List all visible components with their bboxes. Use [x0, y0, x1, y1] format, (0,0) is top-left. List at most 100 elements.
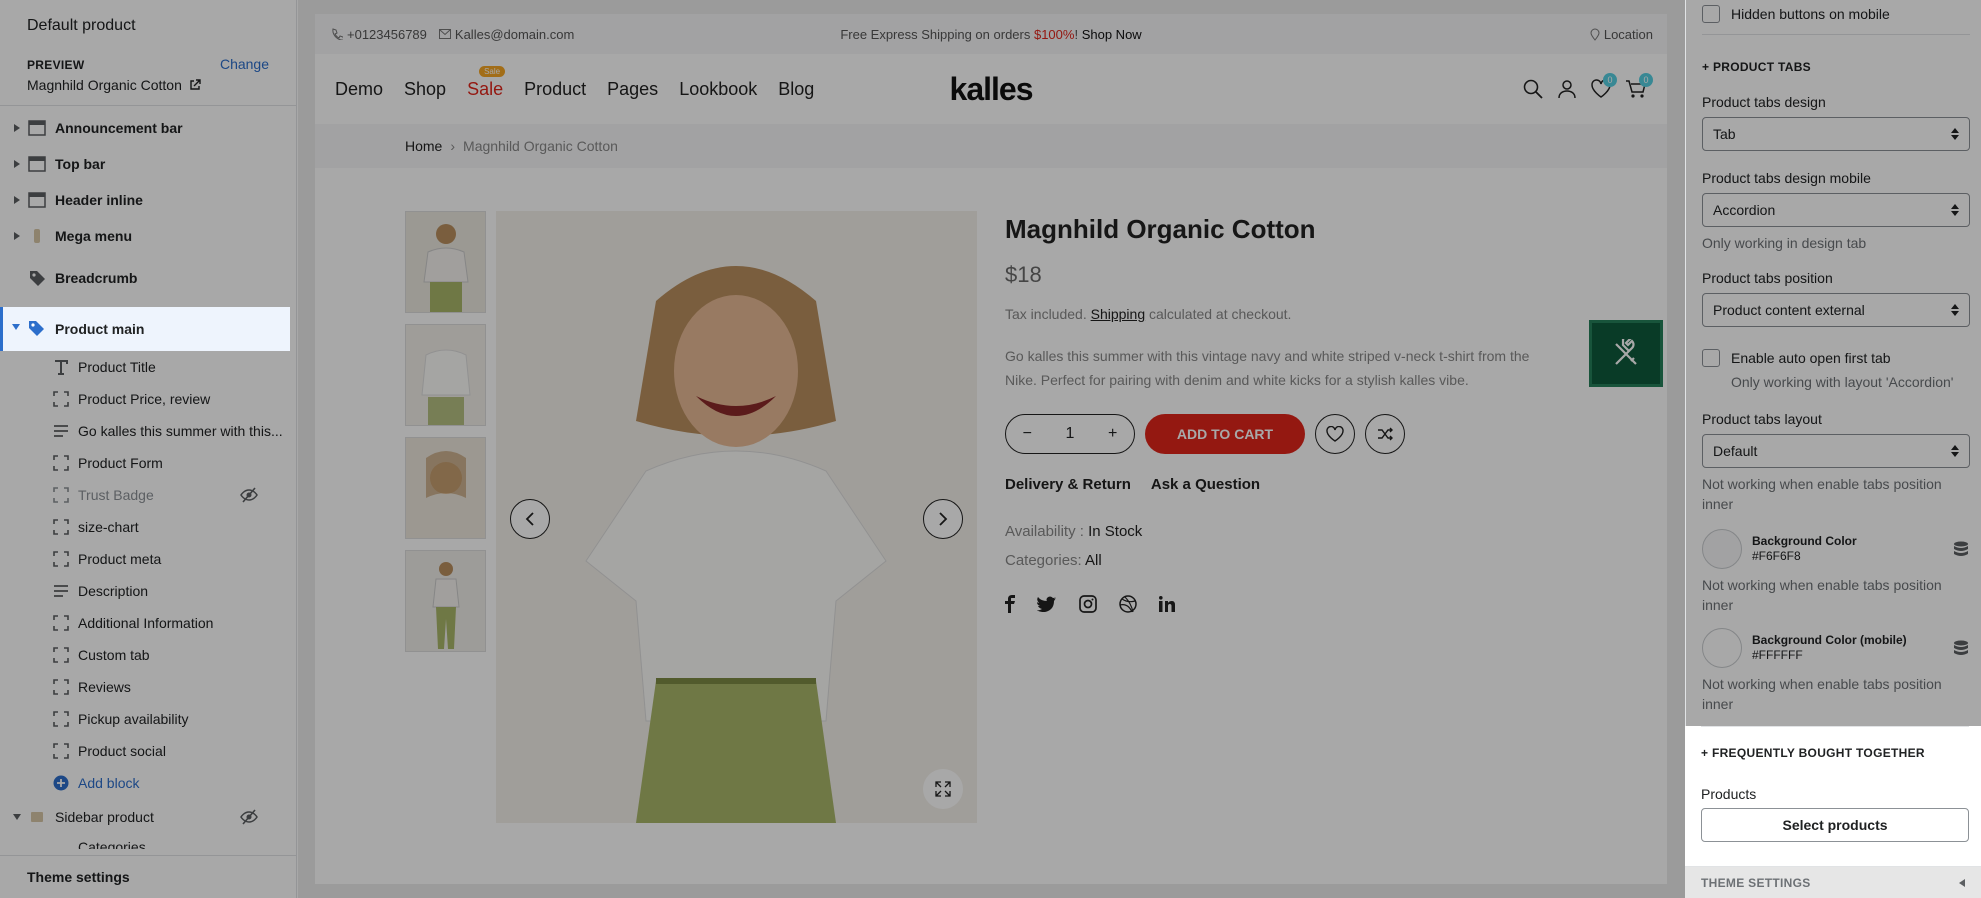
- quantity-stepper[interactable]: − 1 +: [1005, 414, 1135, 454]
- eye-hidden-icon[interactable]: [240, 808, 258, 826]
- cart-icon[interactable]: 0: [1625, 73, 1653, 99]
- template-title: Default product: [27, 17, 136, 34]
- thumbnail-image[interactable]: [405, 550, 486, 652]
- block-reviews[interactable]: Reviews: [0, 671, 296, 703]
- block-label: Pickup availability: [78, 711, 189, 727]
- caret-right-icon[interactable]: [12, 123, 22, 133]
- block-label: Product meta: [78, 551, 162, 567]
- wishlist-button[interactable]: [1315, 414, 1355, 454]
- block-product-form[interactable]: Product Form: [0, 447, 296, 479]
- section-label: Sidebar product: [55, 809, 154, 825]
- paragraph-icon: [51, 421, 71, 441]
- minus-icon[interactable]: −: [1012, 425, 1042, 443]
- instagram-icon[interactable]: [1079, 595, 1097, 613]
- email-contact[interactable]: Kalles@domain.com: [438, 27, 574, 42]
- plus-icon[interactable]: +: [1098, 425, 1128, 443]
- twitter-icon[interactable]: [1037, 596, 1057, 612]
- phone-text: +0123456789: [347, 26, 427, 42]
- section-header-inline[interactable]: Header inline: [0, 182, 296, 218]
- thumbnail-image[interactable]: [405, 211, 486, 313]
- block-label: size-chart: [78, 519, 139, 535]
- caret-right-icon[interactable]: [12, 231, 22, 241]
- section-announcement-bar[interactable]: Announcement bar: [0, 110, 296, 146]
- nav-blog[interactable]: Blog: [778, 79, 814, 100]
- delivery-return-link[interactable]: Delivery & Return: [1005, 476, 1131, 493]
- block-categories[interactable]: Categories: [0, 835, 296, 849]
- caret-right-icon[interactable]: [12, 159, 22, 169]
- block-product-meta[interactable]: Product meta: [0, 543, 296, 575]
- theme-settings-link[interactable]: Theme settings: [0, 855, 296, 898]
- search-icon[interactable]: [1523, 79, 1543, 99]
- facebook-icon[interactable]: [1005, 595, 1015, 613]
- block-label: Description: [78, 583, 149, 599]
- wishlist-icon[interactable]: 0: [1591, 73, 1617, 99]
- tools-widget[interactable]: [1589, 320, 1663, 387]
- phone-icon: [331, 28, 343, 40]
- ask-question-link[interactable]: Ask a Question: [1151, 476, 1260, 493]
- block-trust-badge[interactable]: Trust Badge: [0, 479, 296, 511]
- nav-demo[interactable]: Demo: [335, 79, 383, 100]
- phone-contact[interactable]: +0123456789: [331, 27, 427, 42]
- quantity-value[interactable]: 1: [1055, 425, 1085, 443]
- promo-prefix: Free Express Shipping on orders: [840, 26, 1034, 42]
- shipping-link[interactable]: Shipping: [1091, 306, 1146, 322]
- text-icon: [51, 357, 71, 377]
- location-link[interactable]: Location: [1590, 27, 1653, 42]
- breadcrumb-home[interactable]: Home: [405, 138, 442, 154]
- wrench-icon[interactable]: [1611, 338, 1641, 369]
- store-logo[interactable]: kalles: [315, 71, 1667, 108]
- block-additional-information[interactable]: Additional Information: [0, 607, 296, 639]
- next-image-button[interactable]: [923, 499, 963, 539]
- section-label: Product main: [55, 321, 145, 337]
- thumbnail-image[interactable]: [405, 437, 486, 539]
- section-top-bar[interactable]: Top bar: [0, 146, 296, 182]
- section-label: Top bar: [55, 156, 106, 172]
- block-size-chart[interactable]: size-chart: [0, 511, 296, 543]
- categories-label: Categories:: [1005, 552, 1086, 569]
- dribbble-icon[interactable]: [1119, 595, 1137, 613]
- expand-icon[interactable]: [923, 769, 963, 809]
- section-mega-menu[interactable]: Mega menu: [0, 218, 296, 254]
- product-main-image[interactable]: [496, 211, 977, 823]
- preview-product[interactable]: Magnhild Organic Cotton: [27, 77, 269, 93]
- categories-value[interactable]: All: [1085, 552, 1102, 569]
- thumbnail-image[interactable]: [405, 324, 486, 426]
- external-link-icon[interactable]: [189, 79, 201, 91]
- tag-icon: [27, 319, 45, 337]
- block-pickup-availability[interactable]: Pickup availability: [0, 703, 296, 735]
- compare-button[interactable]: [1365, 414, 1405, 454]
- linkedin-icon[interactable]: [1159, 596, 1175, 612]
- nav-shop[interactable]: Shop: [404, 79, 446, 100]
- section-product-main[interactable]: Product main: [0, 307, 290, 351]
- nav-lookbook[interactable]: Lookbook: [679, 79, 757, 100]
- nav-sale[interactable]: Sale Sale: [467, 65, 506, 100]
- product-title: Magnhild Organic Cotton: [1005, 214, 1316, 244]
- theme-settings-footer[interactable]: THEME SETTINGS: [1685, 866, 1981, 898]
- change-preview-link[interactable]: Change: [220, 56, 269, 72]
- nav-pages[interactable]: Pages: [607, 79, 658, 100]
- block-description-text[interactable]: Go kalles this summer with this...: [0, 415, 296, 447]
- add-to-cart-button[interactable]: ADD TO CART: [1145, 414, 1305, 454]
- sidebar-header: Default product PREVIEW Change Magnhild …: [0, 0, 296, 93]
- block-custom-tab[interactable]: Custom tab: [0, 639, 296, 671]
- shop-now-link[interactable]: Shop Now: [1082, 27, 1142, 42]
- nav-product[interactable]: Product: [524, 79, 586, 100]
- user-icon[interactable]: [1557, 79, 1577, 99]
- sale-badge: Sale: [479, 65, 506, 77]
- select-products-button[interactable]: Select products: [1701, 808, 1969, 842]
- block-product-social[interactable]: Product social: [0, 735, 296, 767]
- store-preview: +0123456789 Kalles@domain.com Free Expre…: [298, 0, 1685, 898]
- caret-right-icon[interactable]: [12, 195, 22, 205]
- section-breadcrumb[interactable]: Breadcrumb: [0, 260, 296, 296]
- add-block-button[interactable]: Add block: [0, 767, 296, 799]
- eye-hidden-icon[interactable]: [240, 486, 258, 504]
- section-sidebar-product[interactable]: Sidebar product: [0, 799, 296, 835]
- block-product-title[interactable]: Product Title: [0, 351, 296, 383]
- caret-down-icon[interactable]: [12, 812, 22, 822]
- block-product-price-review[interactable]: Product Price, review: [0, 383, 296, 415]
- block-description[interactable]: Description: [0, 575, 296, 607]
- block-icon: [51, 389, 71, 409]
- caret-down-icon[interactable]: [12, 324, 20, 330]
- caret-left-icon[interactable]: [1959, 878, 1965, 887]
- prev-image-button[interactable]: [510, 499, 550, 539]
